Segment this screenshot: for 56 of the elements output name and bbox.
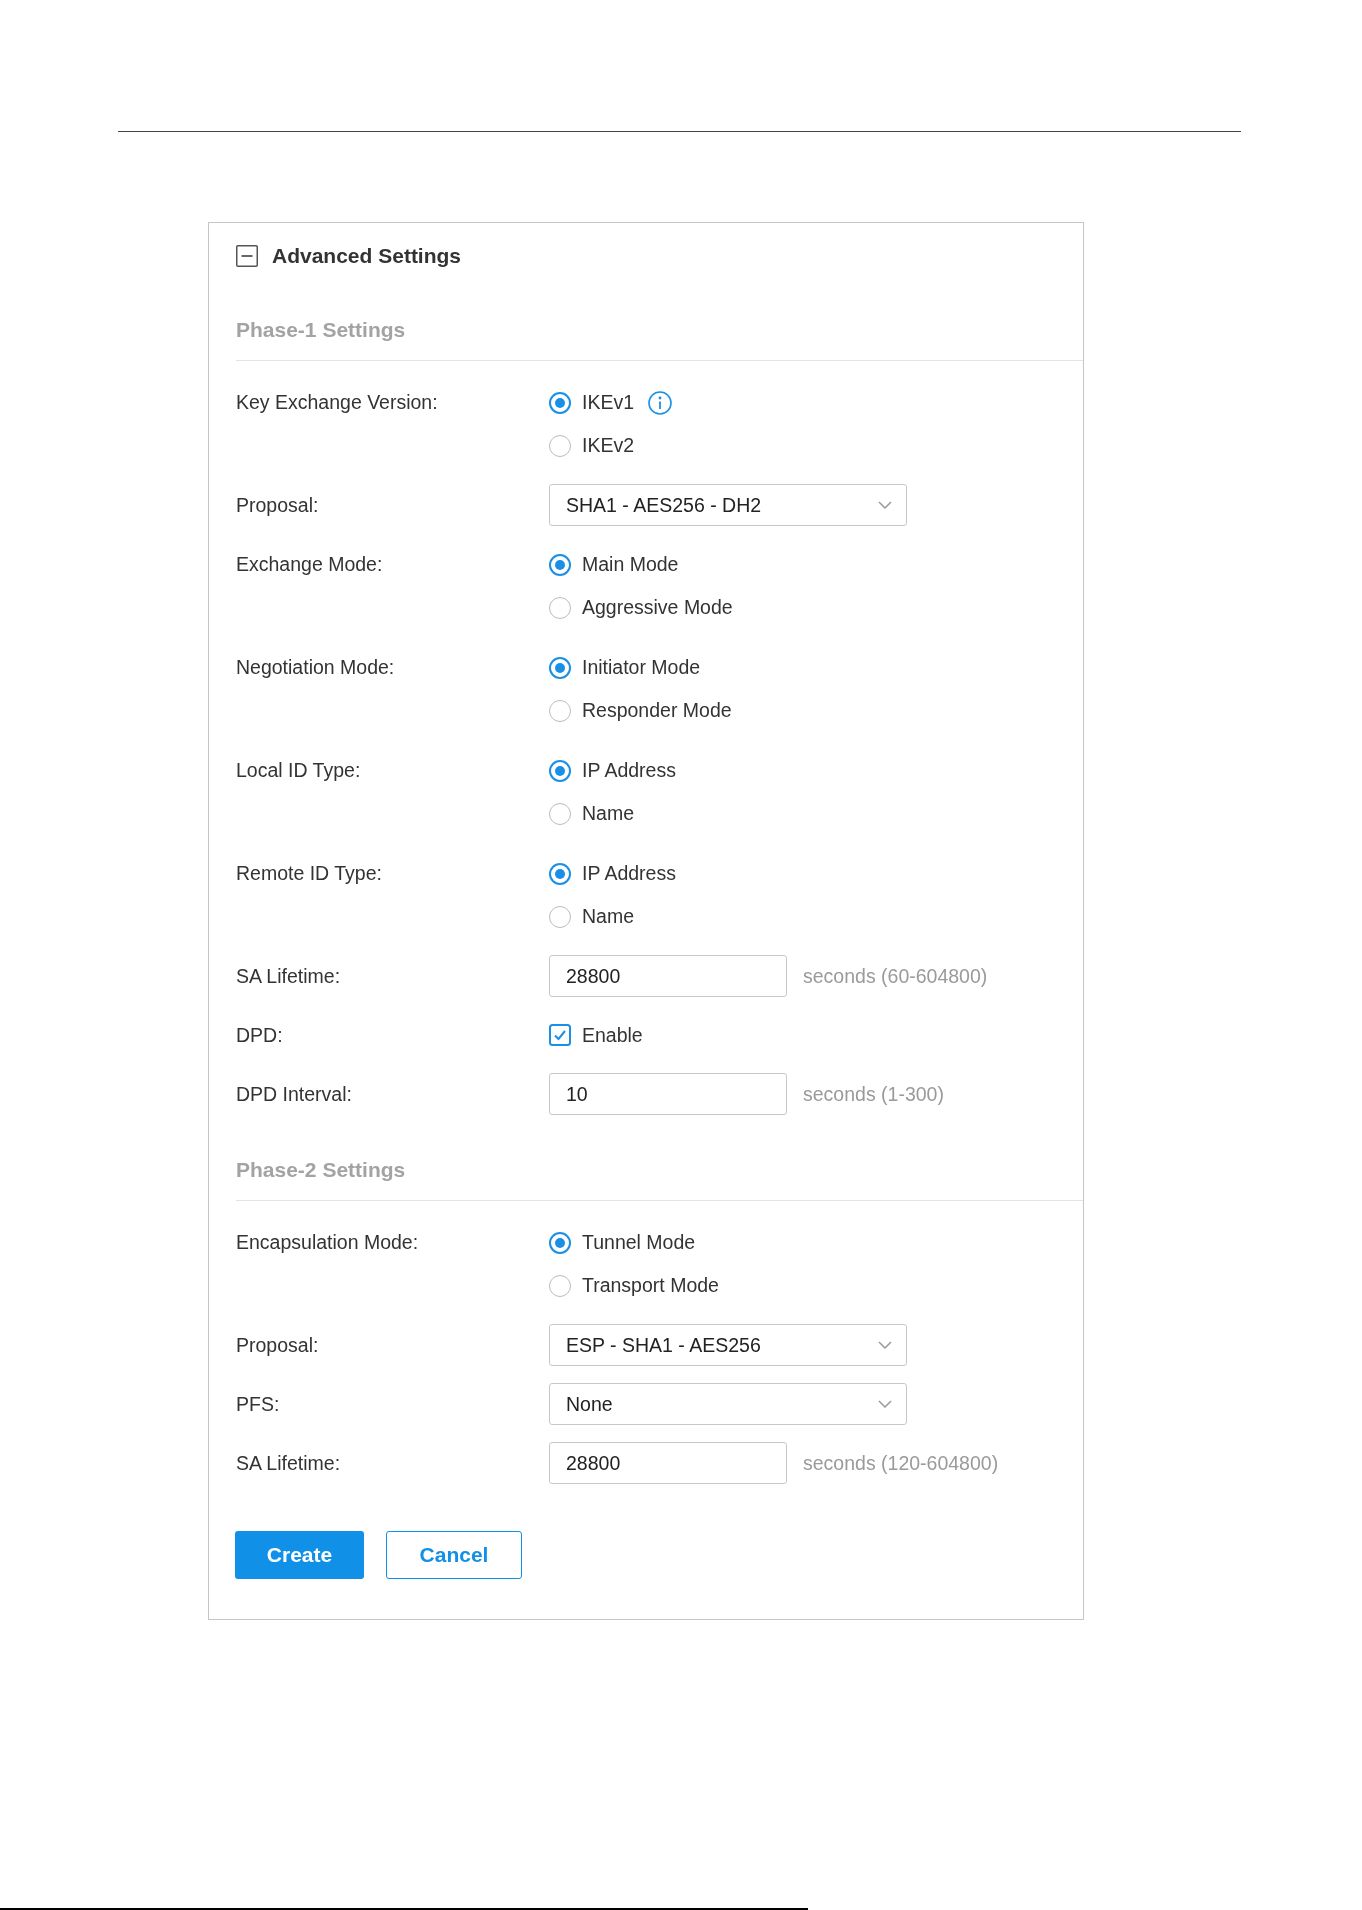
radio-button[interactable] (549, 759, 571, 782)
unit-hint: seconds (120-604800) (803, 1451, 999, 1475)
option-label[interactable]: Name (582, 905, 635, 928)
radio-button[interactable] (549, 656, 571, 679)
section-heading: Phase-1 Settings (236, 318, 406, 341)
input-field[interactable]: 28800 (549, 1442, 787, 1484)
option-label[interactable]: Name (582, 802, 635, 825)
option-label[interactable]: IP Address (582, 862, 676, 885)
section-heading: Phase-2 Settings (236, 1158, 406, 1181)
chevron-down-icon (878, 1341, 892, 1349)
option-label[interactable]: Transport Mode (582, 1274, 719, 1297)
option-label[interactable]: IP Address (582, 759, 676, 782)
input-field[interactable]: 28800 (549, 955, 787, 997)
info-icon[interactable] (648, 390, 673, 415)
dropdown[interactable]: ESP - SHA1 - AES256 (549, 1324, 907, 1366)
radio-button[interactable] (549, 699, 571, 722)
option-label[interactable]: Aggressive Mode (582, 596, 733, 619)
field-label: DPD Interval: (236, 1082, 352, 1106)
radio-button[interactable] (549, 596, 571, 619)
field-label: Key Exchange Version: (236, 390, 438, 414)
field-label: Remote ID Type: (236, 861, 382, 885)
minus-square-icon[interactable] (236, 245, 258, 267)
radio-button[interactable] (549, 553, 571, 576)
option-label[interactable]: Responder Mode (582, 699, 732, 722)
dropdown[interactable]: None (549, 1383, 907, 1425)
input-field[interactable]: 10 (549, 1073, 787, 1115)
option-label[interactable]: Enable (582, 1023, 643, 1047)
field-label: Proposal: (236, 1333, 319, 1357)
radio-button[interactable] (549, 1274, 571, 1297)
checkbox[interactable] (549, 1024, 571, 1046)
panel-title: Advanced Settings (272, 243, 462, 269)
chevron-down-icon (878, 501, 892, 509)
field-label: DPD: (236, 1023, 283, 1047)
radio-button[interactable] (549, 905, 571, 928)
radio-button[interactable] (549, 391, 571, 414)
field-label: Negotiation Mode: (236, 655, 395, 679)
option-label[interactable]: IKEv1 (582, 391, 635, 414)
field-label: PFS: (236, 1392, 280, 1416)
field-label: SA Lifetime: (236, 1451, 341, 1475)
option-label[interactable]: Initiator Mode (582, 656, 701, 679)
dropdown[interactable]: SHA1 - AES256 - DH2 (549, 484, 907, 526)
field-label: Proposal: (236, 493, 319, 517)
radio-button[interactable] (549, 802, 571, 825)
field-label: Exchange Mode: (236, 552, 383, 576)
chevron-down-icon (878, 1400, 892, 1408)
unit-hint: seconds (1-300) (803, 1082, 944, 1106)
radio-button[interactable] (549, 862, 571, 885)
field-label: Local ID Type: (236, 758, 361, 782)
radio-button[interactable] (549, 1231, 571, 1254)
unit-hint: seconds (60-604800) (803, 964, 988, 988)
field-label: SA Lifetime: (236, 964, 341, 988)
option-label[interactable]: Main Mode (582, 553, 679, 576)
option-label[interactable]: IKEv2 (582, 434, 635, 457)
field-label: Encapsulation Mode: (236, 1230, 419, 1254)
radio-button[interactable] (549, 434, 571, 457)
option-label[interactable]: Tunnel Mode (582, 1231, 696, 1254)
